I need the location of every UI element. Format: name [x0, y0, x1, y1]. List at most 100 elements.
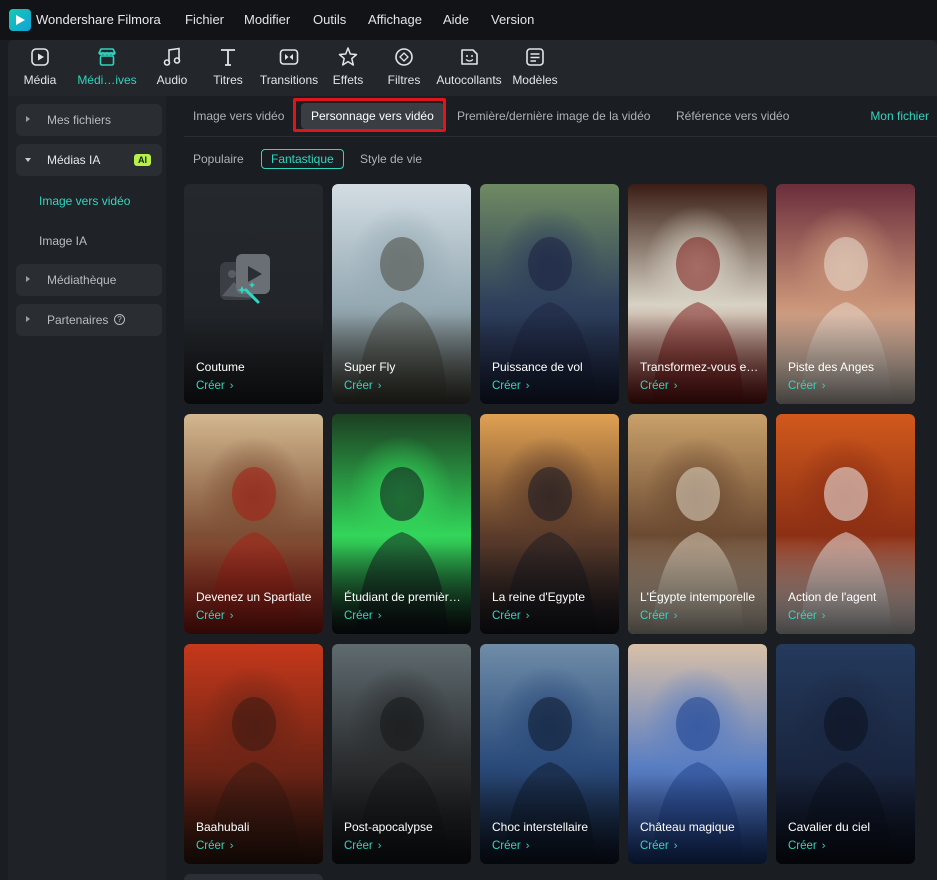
menu-modifier[interactable]: Modifier — [244, 12, 290, 27]
create-label: Créer — [344, 610, 373, 622]
template-card[interactable]: Post-apocalypse Créer › — [332, 644, 471, 864]
create-label: Créer — [788, 610, 817, 622]
template-card[interactable]: Action de l'agent Créer › — [776, 414, 915, 634]
template-icon — [526, 48, 544, 66]
chevron-right-icon: › — [821, 610, 826, 622]
chevron-right-icon: › — [673, 840, 678, 852]
template-card[interactable]: Super Fly Créer › — [332, 184, 471, 404]
chevron-right-icon: › — [673, 380, 678, 392]
main-content: Image vers vidéo Personnage vers vidéo P… — [170, 96, 937, 880]
card-title: Étudiant de premièr… — [344, 590, 461, 604]
create-label: Créer — [492, 380, 521, 392]
sidebar: Mes fichiers Médias IA AI Image vers vid… — [8, 96, 166, 880]
card-create-button[interactable]: Créer › — [344, 840, 381, 852]
menu-version[interactable]: Version — [491, 12, 534, 27]
template-card[interactable]: L'Égypte intemporelle Créer › — [628, 414, 767, 634]
card-title: Action de l'agent — [788, 590, 877, 604]
chevron-right-icon: › — [229, 840, 234, 852]
chevron-right-icon: › — [377, 840, 382, 852]
menu-outils[interactable]: Outils — [313, 12, 346, 27]
card-create-button[interactable]: Créer › — [788, 610, 825, 622]
card-create-button[interactable]: Créer › — [196, 380, 233, 392]
card-create-button[interactable]: Créer › — [492, 380, 529, 392]
tool-titles[interactable]: Titres — [206, 46, 250, 92]
card-title: Devenez un Spartiate — [196, 590, 312, 604]
create-label: Créer — [640, 380, 669, 392]
template-card[interactable]: Château magique Créer › — [628, 644, 767, 864]
tool-effects[interactable]: Effets — [326, 46, 370, 92]
tab-reference-vers-video[interactable]: Référence vers vidéo — [676, 109, 789, 123]
card-create-button[interactable]: Créer › — [492, 840, 529, 852]
sidebar-item-mediatheque[interactable]: Médiathèque — [16, 264, 162, 296]
card-title: Cavalier du ciel — [788, 820, 871, 834]
card-create-button[interactable]: Créer › — [344, 610, 381, 622]
filter-style-de-vie[interactable]: Style de vie — [360, 152, 422, 166]
card-create-button[interactable]: Créer › — [788, 380, 825, 392]
template-card[interactable]: Transformez-vous e… Créer › — [628, 184, 767, 404]
tool-audio[interactable]: Audio — [150, 46, 194, 92]
card-create-button[interactable]: Créer › — [492, 610, 529, 622]
card-create-button[interactable]: Créer › — [344, 380, 381, 392]
create-label: Créer — [492, 840, 521, 852]
template-card[interactable]: Puissance de vol Créer › — [480, 184, 619, 404]
image-to-video-icon — [220, 254, 270, 304]
menu-affichage[interactable]: Affichage — [368, 12, 422, 27]
mon-fichier-link[interactable]: Mon fichier — [870, 109, 929, 123]
next-row-card-peek — [184, 874, 323, 880]
caret-down-icon — [25, 158, 31, 162]
store-icon — [98, 48, 116, 66]
sidebar-item-medias-ia[interactable]: Médias IA AI — [16, 144, 162, 176]
create-label: Créer — [492, 610, 521, 622]
media-icon — [31, 48, 49, 66]
filter-fantastique[interactable]: Fantastique — [261, 149, 344, 169]
sidebar-subitem-image-vers-video[interactable]: Image vers vidéo — [39, 194, 130, 208]
template-card[interactable]: La reine d'Egypte Créer › — [480, 414, 619, 634]
chevron-right-icon: › — [229, 380, 234, 392]
chevron-right-icon: › — [377, 380, 382, 392]
create-label: Créer — [196, 380, 225, 392]
tool-templates[interactable]: Modèles — [508, 46, 562, 92]
template-card[interactable]: Choc interstellaire Créer › — [480, 644, 619, 864]
template-card[interactable]: Piste des Anges Créer › — [776, 184, 915, 404]
tool-media[interactable]: Média — [18, 46, 62, 92]
filter-populaire[interactable]: Populaire — [193, 152, 244, 166]
tab-image-vers-video[interactable]: Image vers vidéo — [193, 109, 284, 123]
caret-right-icon — [26, 116, 30, 122]
media-toolbar: Média Médi…ives Audio Titres Transitions… — [8, 40, 937, 96]
tool-filters[interactable]: Filtres — [382, 46, 426, 92]
transition-icon — [279, 49, 299, 65]
card-create-button[interactable]: Créer › — [640, 610, 677, 622]
card-create-button[interactable]: Créer › — [640, 840, 677, 852]
tool-transitions[interactable]: Transitions — [258, 46, 320, 92]
menu-fichier[interactable]: Fichier — [185, 12, 224, 27]
music-note-icon — [163, 47, 181, 66]
card-title: Piste des Anges — [788, 360, 875, 374]
menu-aide[interactable]: Aide — [443, 12, 469, 27]
template-card[interactable]: Baahubali Créer › — [184, 644, 323, 864]
sidebar-subitem-image-ia[interactable]: Image IA — [39, 234, 87, 248]
chevron-right-icon: › — [525, 840, 530, 852]
template-card[interactable]: Étudiant de premièr… Créer › — [332, 414, 471, 634]
card-create-button[interactable]: Créer › — [788, 840, 825, 852]
create-label: Créer — [344, 840, 373, 852]
sidebar-item-partenaires[interactable]: Partenaires ? — [16, 304, 162, 336]
card-create-button[interactable]: Créer › — [196, 610, 233, 622]
chevron-right-icon: › — [377, 610, 382, 622]
sidebar-item-mes-fichiers[interactable]: Mes fichiers — [16, 104, 162, 136]
card-title: L'Égypte intemporelle — [640, 590, 756, 604]
template-card[interactable]: Devenez un Spartiate Créer › — [184, 414, 323, 634]
card-title: La reine d'Egypte — [492, 590, 586, 604]
card-title: Transformez-vous e… — [640, 360, 759, 374]
help-icon[interactable]: ? — [114, 314, 125, 325]
card-create-button[interactable]: Créer › — [640, 380, 677, 392]
create-label: Créer — [196, 840, 225, 852]
effects-icon — [338, 47, 358, 66]
template-card[interactable]: Coutume Créer › — [184, 184, 323, 404]
tab-premiere-derniere-image[interactable]: Première/dernière image de la vidéo — [457, 109, 650, 123]
card-create-button[interactable]: Créer › — [196, 840, 233, 852]
tool-stickers[interactable]: Autocollants — [434, 46, 504, 92]
filmora-logo-icon — [9, 9, 31, 31]
card-title: Super Fly — [344, 360, 396, 374]
template-card[interactable]: Cavalier du ciel Créer › — [776, 644, 915, 864]
tool-media-creatives[interactable]: Médi…ives — [74, 46, 140, 92]
